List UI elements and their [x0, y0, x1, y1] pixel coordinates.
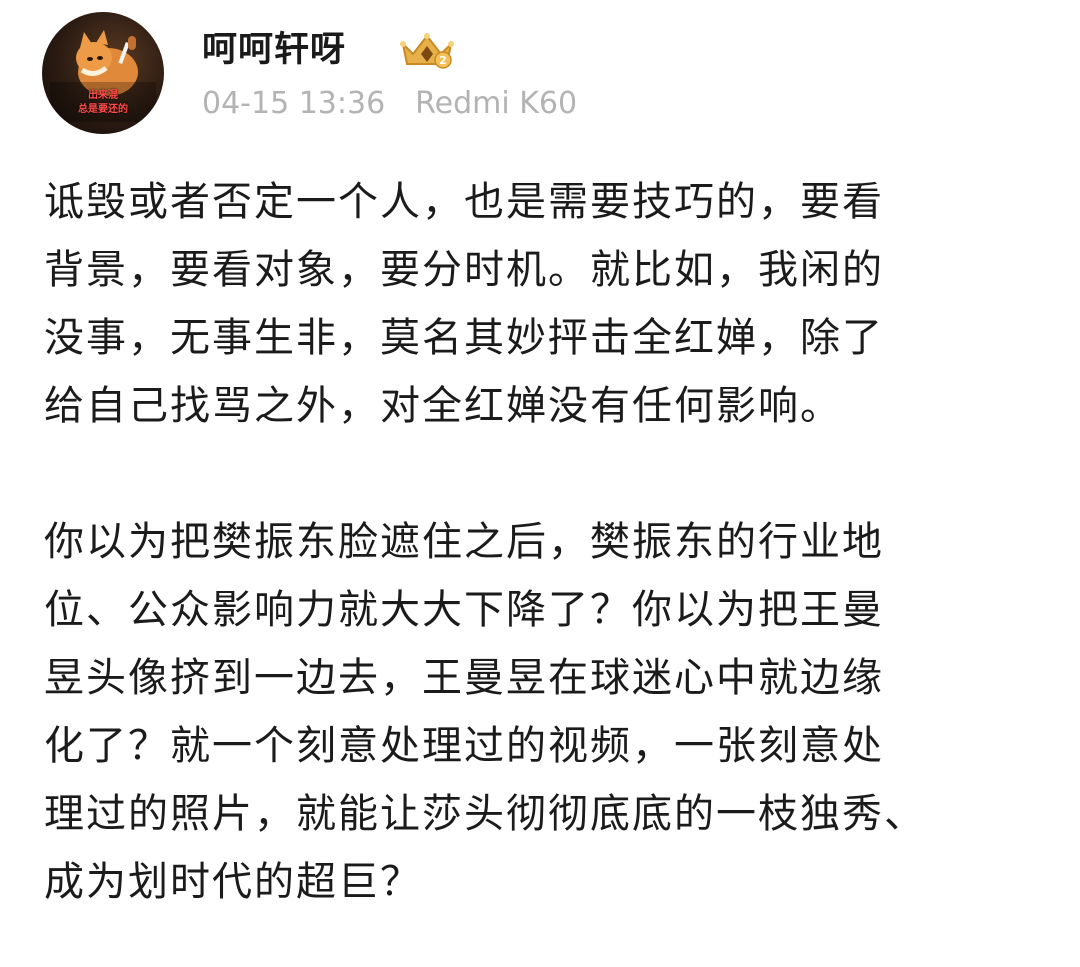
- avatar-caption-line1: 出来混: [88, 90, 118, 101]
- avatar[interactable]: 出来混 总是要还的: [42, 12, 164, 134]
- post-device: Redmi K60: [415, 86, 578, 121]
- post-header: 出来混 总是要还的 呵呵轩呀 2 04-15 13:36 Redmi K60: [42, 12, 1042, 137]
- post-paragraph: 诋毁或者否定一个人，也是需要技巧的，要看 背景，要看对象，要分时机。就比如，我闲…: [44, 179, 884, 429]
- badge-level: 2: [439, 54, 447, 67]
- post-meta: 04-15 13:36 Redmi K60: [202, 86, 577, 122]
- crown-badge-icon[interactable]: 2: [399, 32, 455, 70]
- user-name[interactable]: 呵呵轩呀: [202, 28, 346, 72]
- avatar-caption-line2: 总是要还的: [78, 104, 128, 115]
- post-paragraph: 你以为把樊振东脸遮住之后，樊振东的行业地 位、公众影响力就大大下降了？你以为把王…: [44, 519, 926, 905]
- post-timestamp: 04-15 13:36: [202, 86, 386, 121]
- post-body: 诋毁或者否定一个人，也是需要技巧的，要看 背景，要看对象，要分时机。就比如，我闲…: [44, 168, 1044, 916]
- cat-smoking-avatar-icon: [50, 30, 156, 122]
